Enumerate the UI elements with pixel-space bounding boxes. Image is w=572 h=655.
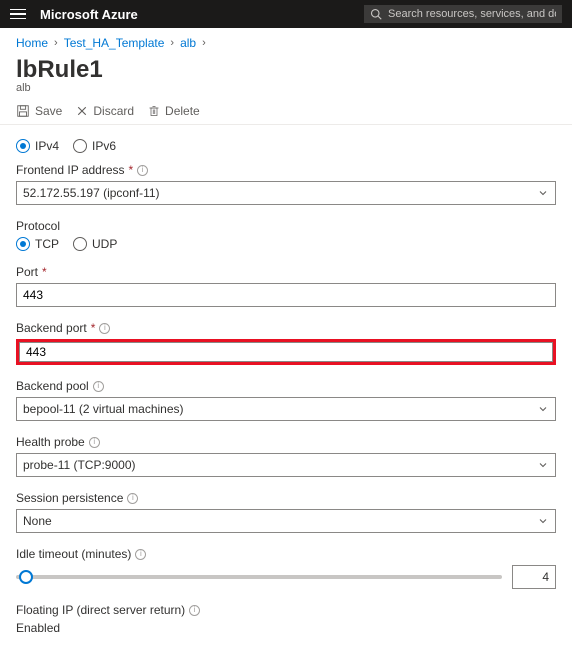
info-icon[interactable]: i — [189, 605, 200, 616]
health-probe-label: Health probe — [16, 435, 85, 449]
backend-pool-label: Backend pool — [16, 379, 89, 393]
port-label: Port — [16, 265, 38, 279]
port-input[interactable] — [16, 283, 556, 307]
breadcrumb-rg[interactable]: Test_HA_Template — [64, 36, 165, 50]
discard-label: Discard — [93, 104, 134, 118]
chevron-down-icon — [537, 515, 549, 527]
health-probe-field: Health probe i probe-11 (TCP:9000) — [16, 435, 556, 477]
health-probe-value: probe-11 (TCP:9000) — [23, 458, 136, 472]
floating-ip-field: Floating IP (direct server return) i Ena… — [16, 603, 556, 635]
idle-timeout-value[interactable]: 4 — [512, 565, 556, 589]
info-icon[interactable]: i — [93, 381, 104, 392]
save-button[interactable]: Save — [16, 104, 62, 118]
page-title: lbRule1 — [16, 56, 556, 84]
chevron-down-icon — [537, 459, 549, 471]
global-search[interactable] — [364, 5, 562, 23]
idle-timeout-label: Idle timeout (minutes) — [16, 547, 131, 561]
info-icon[interactable]: i — [135, 549, 146, 560]
top-bar: Microsoft Azure — [0, 0, 572, 28]
chevron-right-icon: › — [170, 37, 174, 49]
save-label: Save — [35, 104, 62, 118]
radio-udp-label: UDP — [92, 237, 117, 251]
ip-version-options: IPv4 IPv6 — [16, 139, 556, 153]
hamburger-menu-icon[interactable] — [10, 6, 26, 22]
port-field: Port * — [16, 265, 556, 307]
idle-timeout-field: Idle timeout (minutes) i 4 — [16, 547, 556, 589]
session-persistence-value: None — [23, 514, 52, 528]
backend-port-field: Backend port * i — [16, 321, 556, 365]
breadcrumb-resource[interactable]: alb — [180, 36, 196, 50]
floating-ip-label: Floating IP (direct server return) — [16, 603, 185, 617]
breadcrumb-home[interactable]: Home — [16, 36, 48, 50]
backend-port-highlight — [16, 339, 556, 365]
radio-ipv6[interactable]: IPv6 — [73, 139, 116, 153]
backend-pool-field: Backend pool i bepool-11 (2 virtual mach… — [16, 379, 556, 421]
delete-button[interactable]: Delete — [148, 104, 200, 118]
radio-unchecked-icon — [73, 237, 87, 251]
frontend-ip-label: Frontend IP address — [16, 163, 125, 177]
session-persistence-select[interactable]: None — [16, 509, 556, 533]
session-persistence-field: Session persistence i None — [16, 491, 556, 533]
required-marker: * — [129, 163, 134, 177]
protocol-label: Protocol — [16, 219, 60, 233]
floating-ip-value: Enabled — [16, 621, 556, 635]
backend-port-label: Backend port — [16, 321, 87, 335]
form-panel: IPv4 IPv6 Frontend IP address * i 52.172… — [0, 125, 572, 655]
chevron-down-icon — [537, 403, 549, 415]
radio-tcp-label: TCP — [35, 237, 59, 251]
info-icon[interactable]: i — [89, 437, 100, 448]
protocol-field: Protocol TCP UDP — [16, 219, 556, 251]
info-icon[interactable]: i — [137, 165, 148, 176]
chevron-right-icon: › — [202, 37, 206, 49]
radio-ipv4[interactable]: IPv4 — [16, 139, 59, 153]
command-bar: Save Discard Delete — [0, 96, 572, 125]
title-block: lbRule1 alb — [0, 52, 572, 96]
delete-icon — [148, 104, 160, 118]
radio-unchecked-icon — [73, 139, 87, 153]
save-icon — [16, 104, 30, 118]
backend-port-input[interactable] — [19, 342, 553, 362]
delete-label: Delete — [165, 104, 200, 118]
frontend-ip-value: 52.172.55.197 (ipconf-11) — [23, 186, 160, 200]
idle-timeout-slider[interactable] — [16, 575, 502, 579]
discard-icon — [76, 105, 88, 117]
global-search-input[interactable] — [388, 8, 556, 20]
radio-tcp[interactable]: TCP — [16, 237, 59, 251]
health-probe-select[interactable]: probe-11 (TCP:9000) — [16, 453, 556, 477]
radio-udp[interactable]: UDP — [73, 237, 117, 251]
required-marker: * — [91, 321, 96, 335]
info-icon[interactable]: i — [127, 493, 138, 504]
backend-pool-value: bepool-11 (2 virtual machines) — [23, 402, 184, 416]
breadcrumb: Home › Test_HA_Template › alb › — [0, 28, 572, 52]
search-icon — [370, 8, 382, 20]
radio-ipv6-label: IPv6 — [92, 139, 116, 153]
radio-ipv4-label: IPv4 — [35, 139, 59, 153]
backend-pool-select[interactable]: bepool-11 (2 virtual machines) — [16, 397, 556, 421]
radio-checked-icon — [16, 237, 30, 251]
info-icon[interactable]: i — [99, 323, 110, 334]
required-marker: * — [42, 265, 47, 279]
chevron-down-icon — [537, 187, 549, 199]
frontend-ip-select[interactable]: 52.172.55.197 (ipconf-11) — [16, 181, 556, 205]
ip-version-label-truncated — [16, 123, 556, 129]
brand-label: Microsoft Azure — [40, 7, 138, 22]
session-persistence-label: Session persistence — [16, 491, 123, 505]
frontend-ip-field: Frontend IP address * i 52.172.55.197 (i… — [16, 163, 556, 205]
slider-thumb-icon[interactable] — [19, 570, 33, 584]
chevron-right-icon: › — [54, 37, 58, 49]
radio-checked-icon — [16, 139, 30, 153]
discard-button[interactable]: Discard — [76, 104, 134, 118]
